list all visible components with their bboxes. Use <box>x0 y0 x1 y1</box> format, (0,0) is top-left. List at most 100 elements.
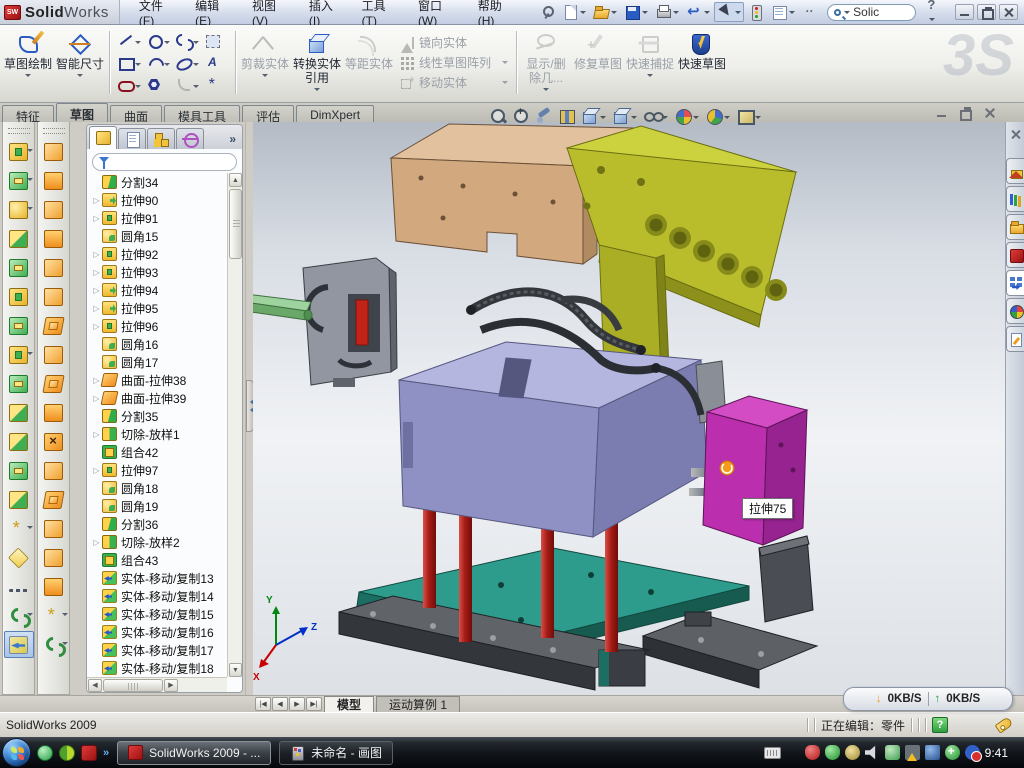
dropdown-caret-icon[interactable] <box>27 207 33 213</box>
sketch-tool-button[interactable] <box>202 30 230 51</box>
toolbar-button[interactable] <box>39 602 69 629</box>
security-alert-icon[interactable] <box>805 745 820 760</box>
toolbar-button[interactable] <box>39 486 69 513</box>
task-pane-tab[interactable] <box>1006 298 1024 324</box>
sketch-tool-button[interactable] <box>115 30 143 51</box>
sketch-tool-button[interactable] <box>144 30 172 51</box>
network-warning-icon[interactable] <box>905 745 920 760</box>
toolbar-button[interactable] <box>39 254 69 281</box>
doc-minimize-button[interactable] <box>934 106 950 119</box>
ribbon-button[interactable]: 剪裁实体 <box>239 27 291 98</box>
toolbar-button[interactable] <box>4 283 34 310</box>
toolbar-button[interactable] <box>4 602 34 629</box>
toolbar-button[interactable] <box>714 2 744 22</box>
tab-nav-button[interactable]: ▶ <box>289 697 305 711</box>
dropdown-caret-icon[interactable] <box>62 613 68 619</box>
messenger-icon[interactable] <box>37 745 53 761</box>
scrollbar-thumb[interactable] <box>229 189 242 259</box>
device-icon[interactable] <box>925 745 940 760</box>
update-icon[interactable] <box>885 745 900 760</box>
tree-row[interactable]: ▷ 分割34 <box>91 173 227 191</box>
command-tab[interactable]: 草图 <box>56 103 108 122</box>
quick-launch-icon[interactable] <box>59 745 75 761</box>
document-tab[interactable]: 运动算例 1 <box>376 696 460 712</box>
restore-button[interactable] <box>977 4 996 20</box>
view-tool-button[interactable] <box>673 106 701 126</box>
ribbon-button[interactable]: 快速捕捉 <box>624 27 676 98</box>
task-pane-close-icon[interactable] <box>1006 126 1024 142</box>
tree-row[interactable]: ▷ 圆角15 <box>91 227 227 245</box>
view-tool-button[interactable] <box>642 106 670 126</box>
badge-icon[interactable] <box>845 745 860 760</box>
toolbar-button[interactable] <box>4 138 34 165</box>
dropdown-caret-icon[interactable] <box>262 74 268 80</box>
toolbar-button[interactable] <box>39 544 69 571</box>
ribbon-button[interactable]: 等距实体 <box>343 27 395 98</box>
expand-arrow-icon[interactable]: ▷ <box>91 196 102 205</box>
close-button[interactable] <box>999 4 1018 20</box>
toolbar-button[interactable] <box>39 167 69 194</box>
dropdown-caret-icon[interactable] <box>135 41 141 47</box>
dropdown-caret-icon[interactable] <box>193 63 199 69</box>
sketch-tool-button[interactable] <box>173 52 201 73</box>
tab-nav-button[interactable]: ▶| <box>306 697 322 711</box>
tree-row[interactable]: ▷ 拉伸97 <box>91 461 227 479</box>
sketch-tool-button[interactable] <box>202 52 230 73</box>
toolbar-button[interactable] <box>4 428 34 455</box>
dropdown-caret-icon[interactable] <box>755 116 761 122</box>
toolbar-button[interactable] <box>652 2 682 22</box>
dropdown-caret-icon[interactable] <box>27 178 33 184</box>
dropdown-caret-icon[interactable] <box>580 11 586 17</box>
tree-row[interactable]: ▷ 曲面-拉伸39 <box>91 389 227 407</box>
tab-nav-button[interactable]: ◀ <box>272 697 288 711</box>
dropdown-caret-icon[interactable] <box>135 85 141 91</box>
tree-row[interactable]: ▷ 拉伸93 <box>91 263 227 281</box>
dropdown-caret-icon[interactable] <box>502 81 508 87</box>
dropdown-caret-icon[interactable] <box>642 11 648 17</box>
toolbar-button[interactable] <box>745 2 767 22</box>
dropdown-caret-icon[interactable] <box>27 613 33 619</box>
expand-arrow-icon[interactable]: ▷ <box>91 322 102 331</box>
expand-arrow-icon[interactable]: ▷ <box>91 304 102 313</box>
tree-row[interactable]: ▷ 组合43 <box>91 551 227 569</box>
view-tool-button[interactable] <box>704 106 732 126</box>
tree-row[interactable]: ▷ 圆角18 <box>91 479 227 497</box>
sketch-tool-button[interactable] <box>202 74 230 95</box>
scrollbar-thumb[interactable] <box>103 679 163 692</box>
view-tool-button[interactable] <box>735 106 763 126</box>
toolbar-button[interactable] <box>4 544 34 571</box>
ribbon-button[interactable]: 智能尺寸 <box>54 27 106 98</box>
dropdown-caret-icon[interactable] <box>25 74 31 80</box>
toolbar-button[interactable] <box>4 254 34 281</box>
dropdown-caret-icon[interactable] <box>502 61 508 67</box>
scroll-right-icon[interactable]: ▶ <box>164 679 178 692</box>
tree-horizontal-scrollbar[interactable]: ◀ ▶ <box>87 677 227 692</box>
task-pane-tab[interactable] <box>1006 214 1024 240</box>
toolbar-button[interactable] <box>4 631 34 658</box>
task-pane-tab[interactable] <box>1006 242 1024 268</box>
toolbar-button[interactable] <box>559 2 589 22</box>
ribbon-stack-item[interactable]: 线性草图阵列 <box>397 54 511 72</box>
toolbar-button[interactable] <box>39 312 69 339</box>
task-pane-tab[interactable] <box>1006 270 1024 296</box>
toolbar-button[interactable] <box>590 2 620 22</box>
command-tab[interactable]: 曲面 <box>110 105 162 122</box>
tab-nav-button[interactable]: |◀ <box>255 697 271 711</box>
dropdown-caret-icon[interactable] <box>611 11 617 17</box>
sketch-tool-button[interactable] <box>144 52 172 73</box>
tree-filter-input[interactable] <box>92 153 237 171</box>
sketch-tool-button[interactable] <box>115 74 143 95</box>
ribbon-button[interactable]: 修复草图 <box>572 27 624 98</box>
graphics-viewport[interactable]: Y Z X 拉伸75 <box>253 122 1005 695</box>
toolbar-button[interactable] <box>621 2 651 22</box>
search-input[interactable]: Solic <box>853 5 879 19</box>
dropdown-caret-icon[interactable] <box>735 11 741 17</box>
toolbar-button[interactable] <box>4 370 34 397</box>
expand-arrow-icon[interactable]: ▷ <box>91 250 102 259</box>
toolbar-button[interactable] <box>683 2 713 22</box>
toolbar-button[interactable] <box>39 283 69 310</box>
toolbar-button[interactable] <box>39 138 69 165</box>
toolbar-button[interactable] <box>39 573 69 600</box>
panel-tab[interactable] <box>176 128 204 149</box>
quick-tips-icon[interactable]: ? <box>932 717 948 733</box>
